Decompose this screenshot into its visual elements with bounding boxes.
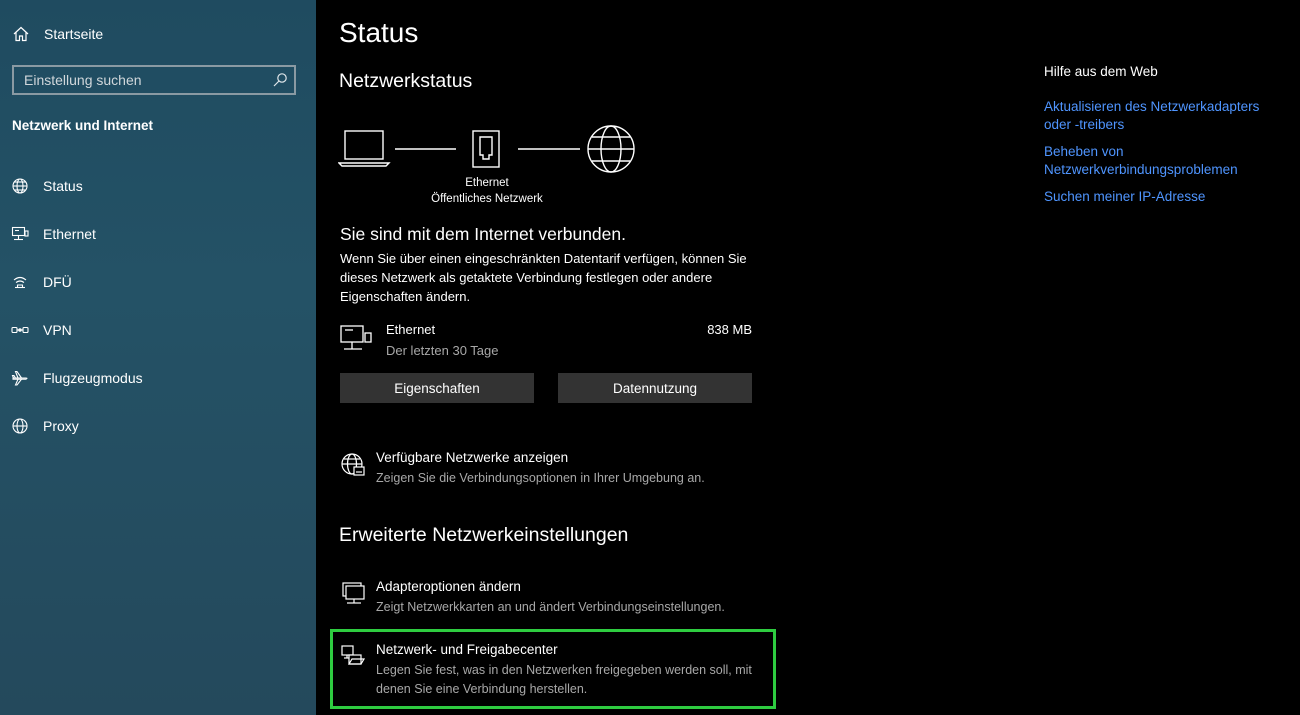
- page-title: Status: [339, 17, 419, 48]
- connection-row: Ethernet Der letzten 30 Tage 838 MB: [340, 320, 752, 360]
- sharing-center-subtitle: Legen Sie fest, was in den Netzwerken fr…: [376, 663, 752, 696]
- sidebar-item-label: Ethernet: [43, 226, 96, 242]
- diagram-labels: Ethernet Öffentliches Netzwerk: [401, 175, 573, 207]
- connection-status-text: Sie sind mit dem Internet verbunden.: [340, 224, 626, 244]
- laptop-icon: [338, 130, 391, 167]
- sidebar: Startseite Netzwerk und Internet Status …: [0, 0, 316, 715]
- connection-period: Der letzten 30 Tage: [386, 343, 499, 358]
- dialup-icon: [13, 276, 27, 289]
- ethernet-port-icon: [472, 130, 500, 168]
- sidebar-item-label: Proxy: [43, 418, 79, 434]
- globe-icon: [12, 418, 28, 434]
- sidebar-item-vpn[interactable]: VPN: [0, 306, 316, 354]
- help-panel: Hilfe aus dem Web Aktualisieren des Netz…: [1044, 64, 1284, 215]
- main-content: Status Netzwerkstatus Ethernet Öffentlic…: [316, 0, 1300, 715]
- search-icon[interactable]: [272, 72, 288, 88]
- home-link[interactable]: Startseite: [12, 24, 103, 44]
- network-type-label: Öffentliches Netzwerk: [431, 193, 543, 205]
- sidebar-item-label: Flugzeugmodus: [43, 370, 143, 386]
- sidebar-item-dialup[interactable]: DFÜ: [0, 258, 316, 306]
- adapter-options-link[interactable]: Adapteroptionen ändern Zeigt Netzwerkkar…: [340, 579, 780, 619]
- sidebar-item-status[interactable]: Status: [0, 162, 316, 210]
- ethernet-icon: [11, 226, 29, 241]
- available-networks-subtitle: Zeigen Sie die Verbindungsoptionen in Ih…: [376, 471, 705, 485]
- globe-network-icon: [341, 453, 365, 476]
- sidebar-item-label: DFÜ: [43, 274, 72, 290]
- section-title: Netzwerk und Internet: [12, 118, 154, 133]
- sidebar-item-proxy[interactable]: Proxy: [0, 402, 316, 450]
- adapter-label: Ethernet: [465, 177, 509, 189]
- available-networks-title: Verfügbare Netzwerke anzeigen: [376, 450, 569, 465]
- sharing-center-icon: [341, 645, 366, 665]
- sidebar-item-ethernet[interactable]: Ethernet: [0, 210, 316, 258]
- sidebar-item-airplane[interactable]: Flugzeugmodus: [0, 354, 316, 402]
- help-link-find-ip[interactable]: Suchen meiner IP-Adresse: [1044, 188, 1284, 206]
- sharing-center-title: Netzwerk- und Freigabecenter: [376, 642, 558, 657]
- sidebar-item-label: Status: [43, 178, 83, 194]
- help-link-update-adapter[interactable]: Aktualisieren des Netzwerkadapters oder …: [1044, 98, 1284, 134]
- search-input[interactable]: [14, 67, 272, 93]
- home-icon: [13, 26, 29, 42]
- ethernet-pc-icon: [340, 325, 372, 350]
- airplane-icon: [11, 370, 28, 386]
- globe-status-icon: [12, 178, 28, 194]
- search-box: [12, 65, 296, 95]
- home-label: Startseite: [44, 26, 104, 42]
- nav-list: Status Ethernet DFÜ VPN Flugzeugmodus Pr…: [0, 162, 316, 450]
- sharing-center-link[interactable]: Netzwerk- und Freigabecenter Legen Sie f…: [340, 642, 780, 700]
- properties-button[interactable]: Eigenschaften: [340, 373, 534, 403]
- help-link-troubleshoot[interactable]: Beheben von Netzwerkverbindungsproblemen: [1044, 143, 1284, 179]
- network-adapter-icon: [342, 582, 365, 604]
- data-usage-button[interactable]: Datennutzung: [558, 373, 752, 403]
- adapter-options-title: Adapteroptionen ändern: [376, 579, 521, 594]
- globe-internet-icon: [587, 125, 635, 173]
- data-usage-value: 838 MB: [707, 322, 752, 337]
- adapter-options-subtitle: Zeigt Netzwerkkarten an und ändert Verbi…: [376, 600, 725, 614]
- status-description: Wenn Sie über einen eingeschränkten Date…: [340, 251, 747, 304]
- network-status-title: Netzwerkstatus: [339, 70, 473, 92]
- advanced-settings-title: Erweiterte Netzwerkeinstellungen: [339, 524, 629, 546]
- help-title: Hilfe aus dem Web: [1044, 64, 1158, 79]
- vpn-icon: [11, 326, 29, 334]
- connection-name: Ethernet: [386, 322, 436, 337]
- sidebar-item-label: VPN: [43, 322, 72, 338]
- available-networks-link[interactable]: Verfügbare Netzwerke anzeigen Zeigen Sie…: [340, 450, 780, 490]
